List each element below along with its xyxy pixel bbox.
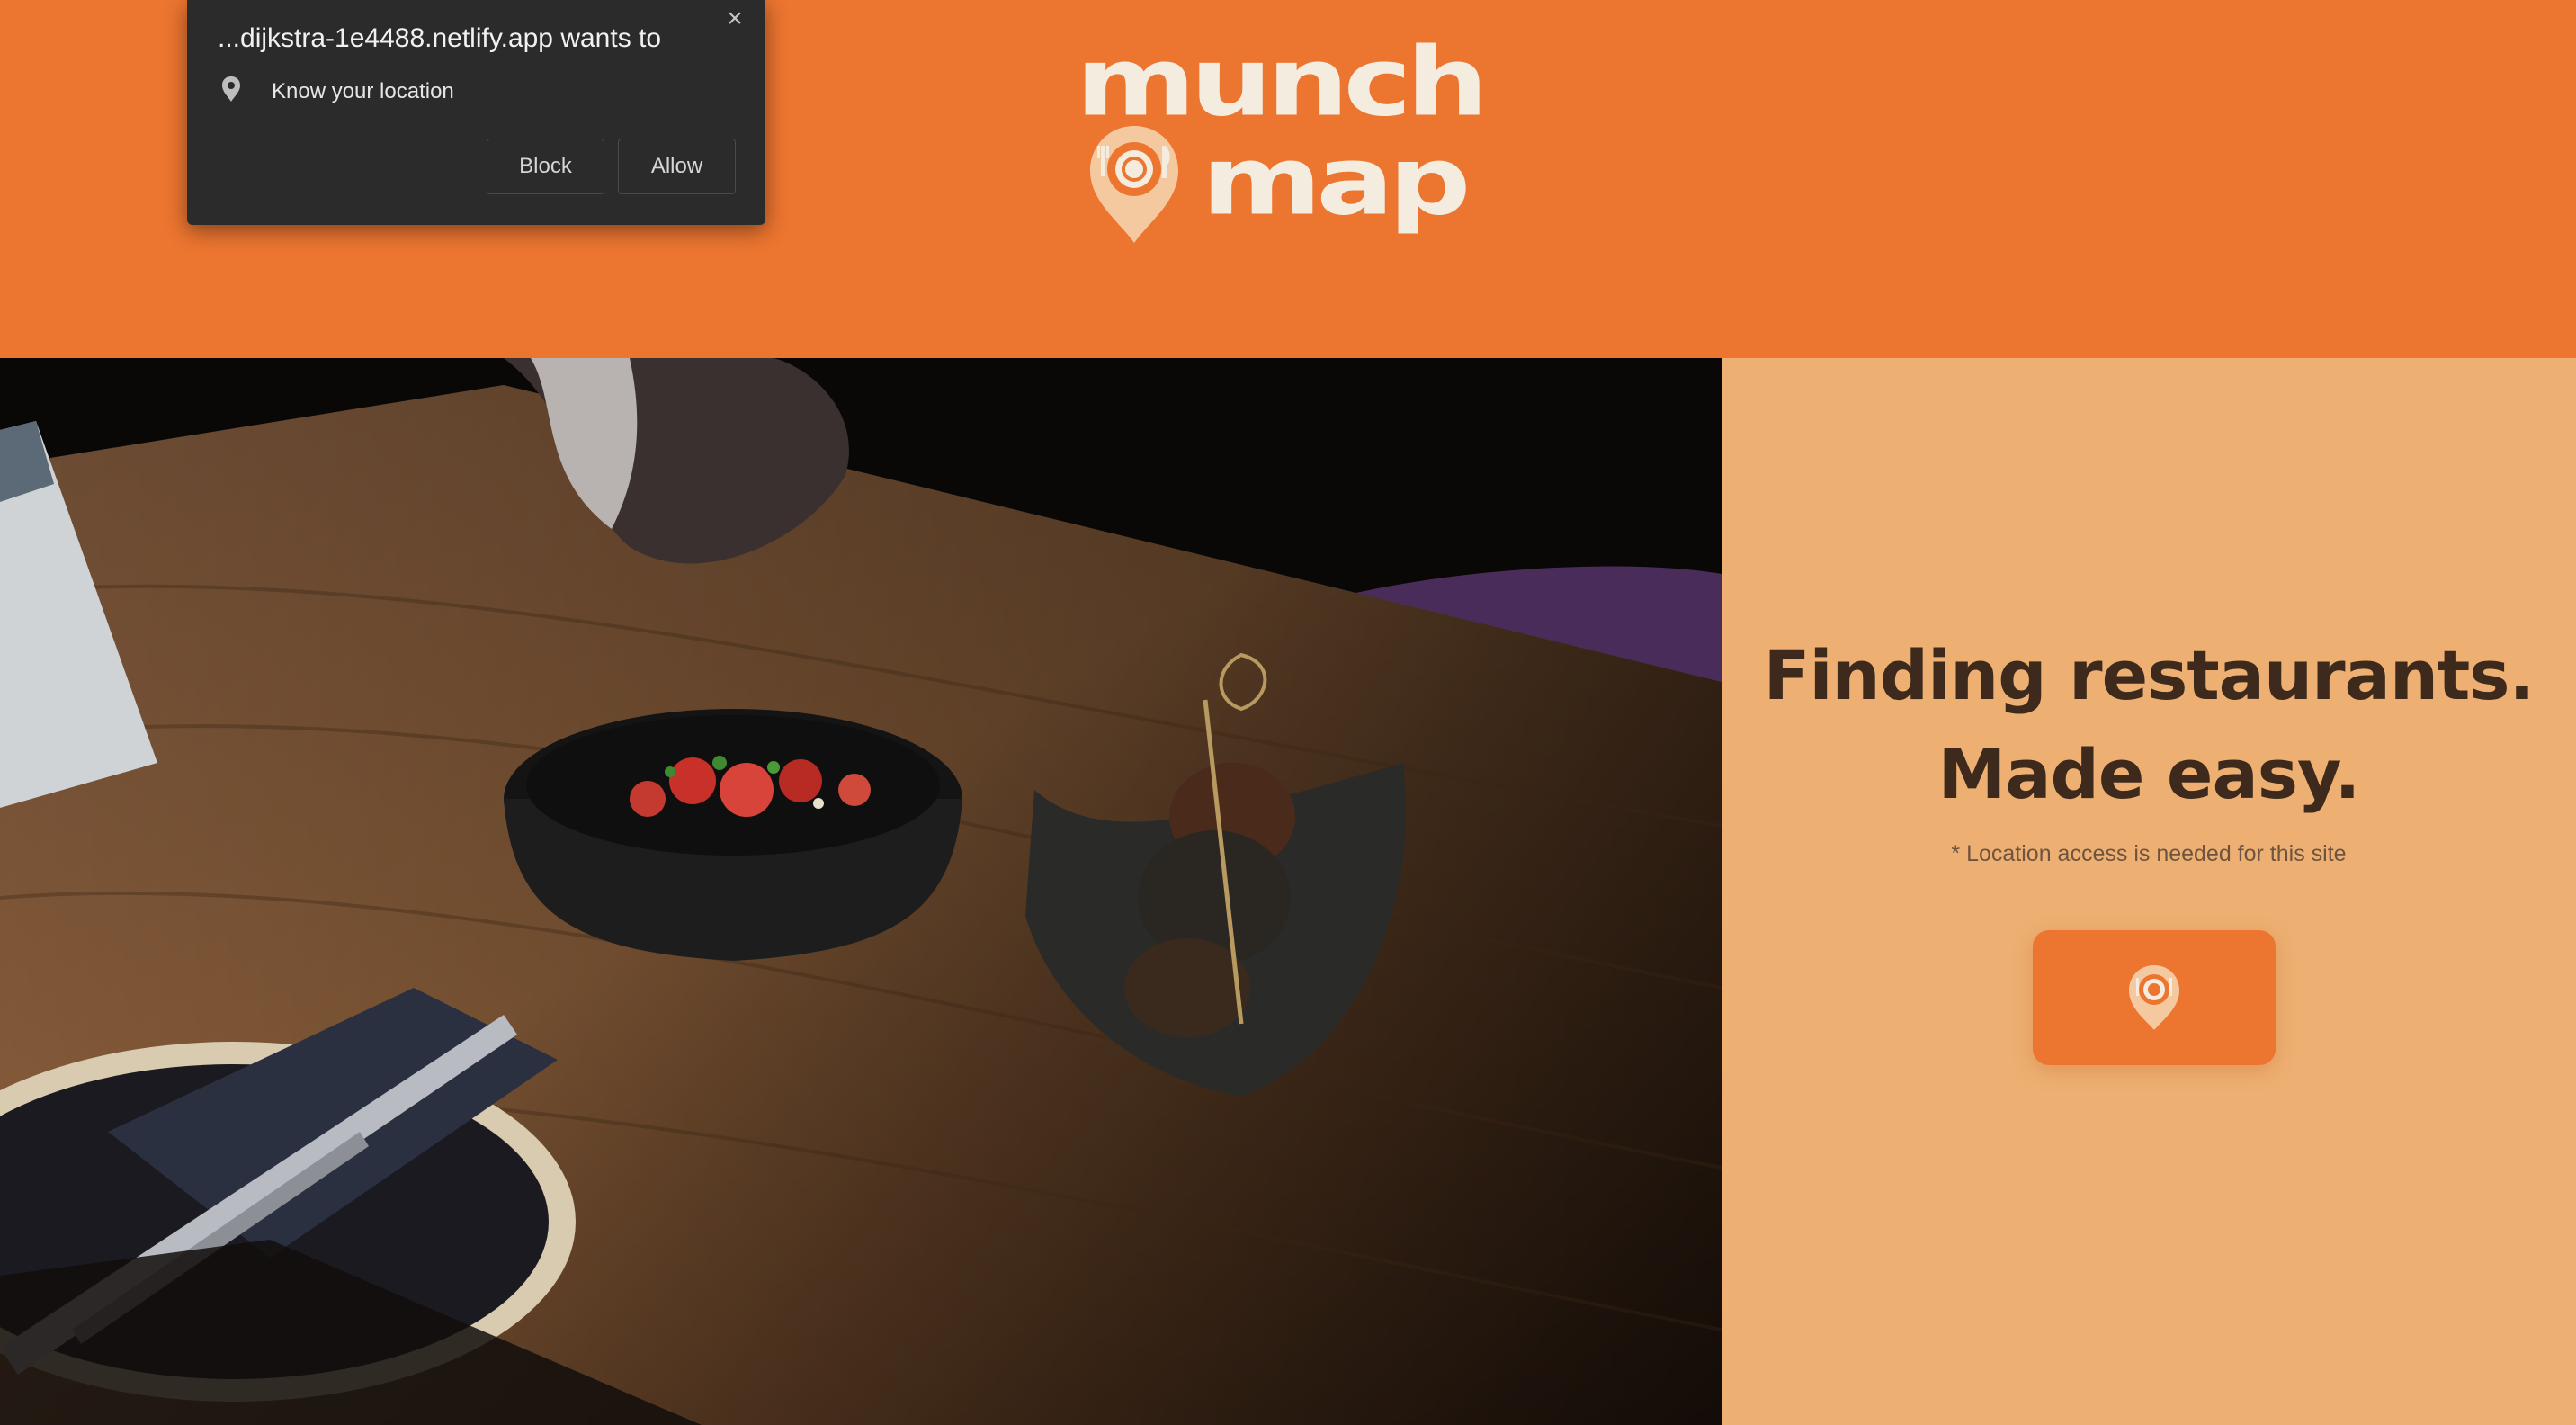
hero-headline-line2: Made easy. bbox=[1937, 734, 2361, 814]
hero-headline-line1: Finding restaurants. bbox=[1763, 635, 2536, 715]
hero-panel: Finding restaurants. Made easy. * Locati… bbox=[1722, 358, 2576, 1425]
location-pin-icon bbox=[222, 76, 240, 102]
find-restaurants-button[interactable] bbox=[2033, 930, 2276, 1065]
permission-text: Know your location bbox=[272, 79, 454, 103]
block-button[interactable]: Block bbox=[487, 139, 604, 194]
location-permission-dialog: ...dijkstra-1e4488.netlify.app wants to … bbox=[187, 0, 765, 225]
allow-button[interactable]: Allow bbox=[618, 139, 736, 194]
permission-dialog-title: ...dijkstra-1e4488.netlify.app wants to bbox=[218, 23, 662, 53]
logo-word-munch: munch bbox=[1076, 27, 1489, 139]
logo-word-map: map bbox=[1202, 126, 1471, 238]
location-note: * Location access is needed for this sit… bbox=[1951, 841, 2347, 866]
close-icon[interactable]: × bbox=[721, 5, 748, 32]
munch-map-logo[interactable]: munch map bbox=[1076, 36, 1506, 248]
hero-food-photo bbox=[0, 358, 1722, 1425]
location-pin-plate-icon bbox=[2129, 965, 2179, 1030]
logo-pin-icon bbox=[1090, 126, 1178, 243]
